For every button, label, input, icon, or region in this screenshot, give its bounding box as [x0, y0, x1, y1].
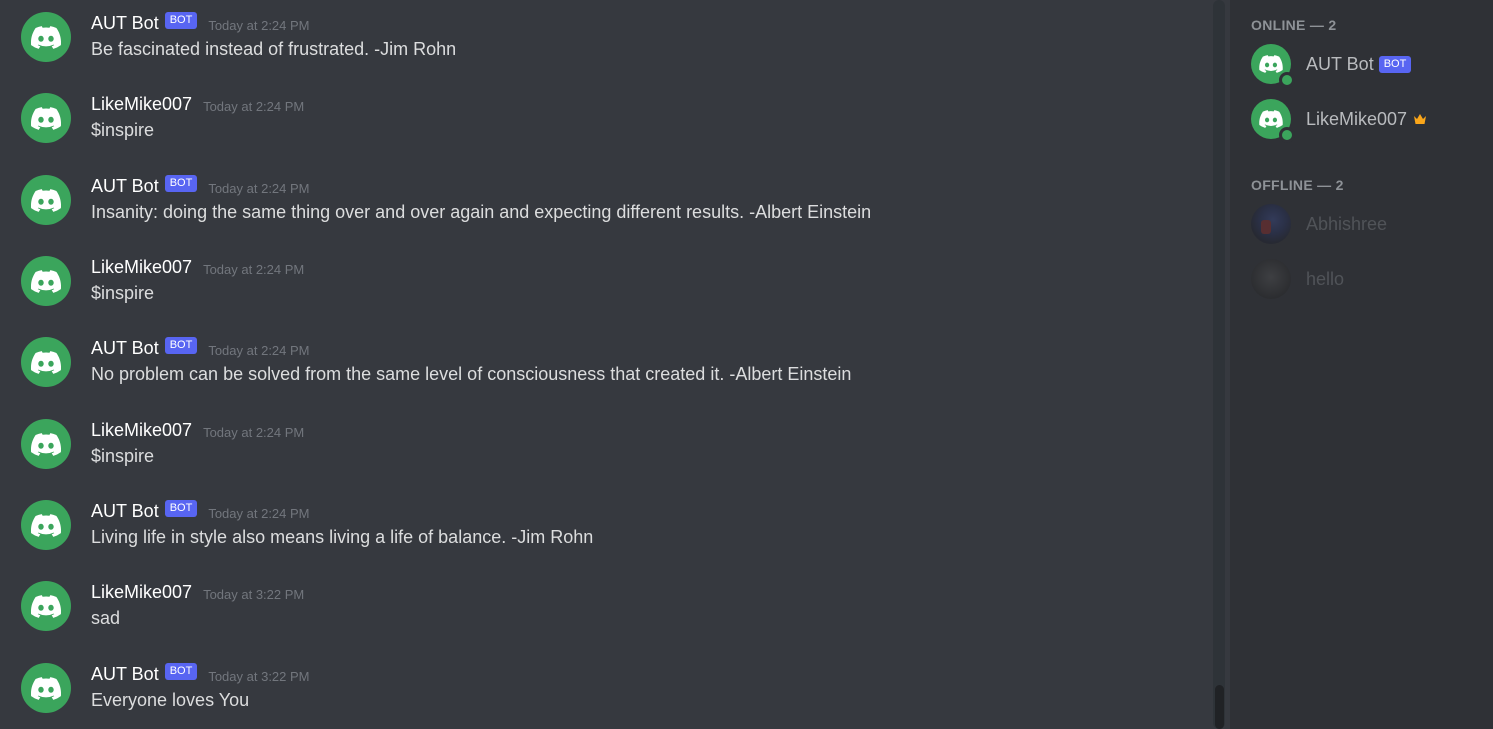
member-item-hello[interactable]: hello [1251, 257, 1491, 301]
bot-tag: BOT [164, 662, 198, 680]
message-item[interactable]: AUT Bot BOT Today at 2:24 PM Living life… [0, 485, 1210, 566]
message-author[interactable]: AUT Bot [91, 501, 159, 522]
message-item[interactable]: LikeMike007 Today at 2:24 PM $inspire [0, 241, 1210, 322]
message-content: $inspire [91, 283, 155, 303]
user-avatar[interactable] [21, 581, 71, 631]
message-timestamp: Today at 2:24 PM [208, 180, 310, 196]
user-avatar[interactable] [21, 419, 71, 469]
message-item[interactable]: AUT Bot BOT Today at 2:24 PM Insanity: d… [0, 160, 1210, 241]
message-content: Living life in style also means living a… [91, 527, 594, 547]
discord-logo-icon [31, 269, 61, 293]
message-item[interactable]: AUT Bot BOT Today at 2:24 PM Be fascinat… [0, 0, 1210, 78]
message-content: $inspire [91, 446, 155, 466]
member-avatar [1251, 204, 1291, 244]
message-timestamp: Today at 2:24 PM [208, 505, 310, 521]
message-author[interactable]: LikeMike007 [91, 420, 192, 441]
discord-logo-icon [31, 513, 61, 537]
message-author[interactable]: AUT Bot [91, 664, 159, 685]
member-list: ONLINE — 2 AUT Bot BOT LikeMike007 OFFLI… [1230, 0, 1493, 729]
message-author[interactable]: AUT Bot [91, 13, 159, 34]
online-section-title: ONLINE — 2 [1251, 17, 1337, 33]
member-name: hello [1306, 268, 1345, 289]
discord-logo-icon [31, 676, 61, 700]
discord-logo-icon [1259, 110, 1283, 128]
online-status-icon [1279, 72, 1295, 88]
member-name: Abhishree [1306, 213, 1388, 234]
user-avatar[interactable] [21, 175, 71, 225]
member-name: AUT Bot [1306, 53, 1374, 74]
scrollbar-thumb[interactable] [1215, 685, 1224, 729]
user-avatar[interactable] [21, 337, 71, 387]
message-timestamp: Today at 2:24 PM [203, 424, 305, 440]
offline-section-title: OFFLINE — 2 [1251, 177, 1344, 193]
message-timestamp: Today at 2:24 PM [208, 17, 310, 33]
member-item-aut-bot[interactable]: AUT Bot BOT [1251, 42, 1491, 88]
message-timestamp: Today at 3:22 PM [203, 586, 305, 602]
message-author[interactable]: LikeMike007 [91, 94, 192, 115]
online-status-icon [1279, 127, 1295, 143]
message-list[interactable]: AUT Bot BOT Today at 2:24 PM Be fascinat… [0, 0, 1230, 729]
discord-logo-icon [31, 188, 61, 212]
member-name: LikeMike007 [1306, 108, 1408, 129]
bot-tag: BOT [1378, 55, 1412, 73]
discord-logo-icon [31, 594, 61, 618]
bot-tag: BOT [164, 336, 198, 354]
message-item[interactable]: AUT Bot BOT Today at 3:22 PM Everyone lo… [0, 648, 1210, 729]
message-author[interactable]: AUT Bot [91, 176, 159, 197]
message-timestamp: Today at 2:24 PM [208, 342, 310, 358]
message-author[interactable]: LikeMike007 [91, 257, 192, 278]
user-avatar[interactable] [21, 500, 71, 550]
message-content: No problem can be solved from the same l… [91, 364, 852, 384]
message-item[interactable]: LikeMike007 Today at 2:24 PM $inspire [0, 78, 1210, 159]
message-content: sad [91, 608, 121, 628]
message-timestamp: Today at 3:22 PM [208, 668, 310, 684]
discord-logo-icon [31, 432, 61, 456]
member-avatar [1251, 259, 1291, 299]
member-item-abhishree[interactable]: Abhishree [1251, 202, 1491, 246]
message-content: Everyone loves You [91, 690, 250, 710]
bot-tag: BOT [164, 11, 198, 29]
user-avatar[interactable] [21, 93, 71, 143]
bot-tag: BOT [164, 174, 198, 192]
message-timestamp: Today at 2:24 PM [203, 98, 305, 114]
message-item[interactable]: LikeMike007 Today at 2:24 PM $inspire [0, 404, 1210, 485]
member-item-likemike007[interactable]: LikeMike007 [1251, 97, 1491, 143]
message-item[interactable]: LikeMike007 Today at 3:22 PM sad [0, 566, 1210, 647]
message-timestamp: Today at 2:24 PM [203, 261, 305, 277]
user-avatar[interactable] [21, 12, 71, 62]
message-content: Be fascinated instead of frustrated. -Ji… [91, 39, 457, 59]
message-item[interactable]: AUT Bot BOT Today at 2:24 PM No problem … [0, 322, 1210, 403]
discord-logo-icon [31, 106, 61, 130]
message-content: $inspire [91, 120, 155, 140]
crown-icon [1414, 114, 1427, 124]
member-avatar [1251, 44, 1295, 88]
user-avatar[interactable] [21, 256, 71, 306]
discord-logo-icon [31, 350, 61, 374]
message-content: Insanity: doing the same thing over and … [91, 202, 872, 222]
scrollbar-track[interactable] [1213, 0, 1225, 729]
bot-tag: BOT [164, 499, 198, 517]
discord-logo-icon [31, 25, 61, 49]
message-author[interactable]: LikeMike007 [91, 582, 192, 603]
message-author[interactable]: AUT Bot [91, 338, 159, 359]
member-avatar [1251, 99, 1295, 143]
user-avatar[interactable] [21, 663, 71, 713]
discord-logo-icon [1259, 55, 1283, 73]
